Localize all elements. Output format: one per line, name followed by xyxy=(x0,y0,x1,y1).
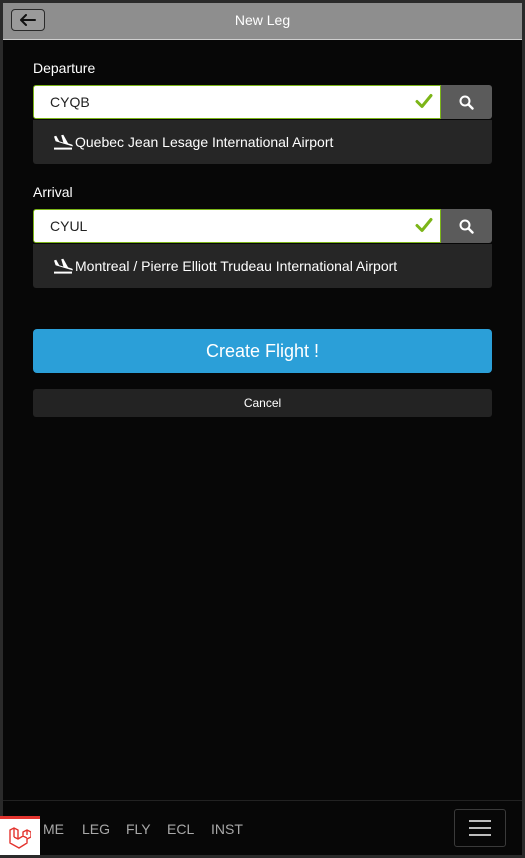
arrival-input[interactable] xyxy=(33,209,441,243)
title-bar: New Leg xyxy=(3,3,522,40)
arrival-airport-name: Montreal / Pierre Elliott Trudeau Intern… xyxy=(75,258,398,274)
airplane-landing-icon xyxy=(53,258,73,274)
arrival-airport-result[interactable]: Montreal / Pierre Elliott Trudeau Intern… xyxy=(33,244,492,288)
create-flight-button[interactable]: Create Flight ! xyxy=(33,329,492,373)
check-icon xyxy=(415,218,433,232)
laravel-logo-icon xyxy=(8,827,31,849)
departure-label: Departure xyxy=(33,60,96,76)
departure-input[interactable] xyxy=(33,85,441,119)
nav-item-ecl[interactable]: ECL xyxy=(167,821,194,837)
arrival-input-row xyxy=(33,209,492,243)
laravel-debug-badge[interactable] xyxy=(0,816,40,855)
departure-airport-result[interactable]: Quebec Jean Lesage International Airport xyxy=(33,120,492,164)
departure-airport-name: Quebec Jean Lesage International Airport xyxy=(75,134,334,150)
search-icon xyxy=(459,219,474,234)
hamburger-menu-icon xyxy=(469,820,491,822)
departure-input-row xyxy=(33,85,492,119)
arrival-search-button[interactable] xyxy=(441,209,492,243)
nav-item-home[interactable]: ME xyxy=(43,821,64,837)
nav-item-inst[interactable]: INST xyxy=(211,821,243,837)
hamburger-menu-button[interactable] xyxy=(454,809,506,847)
search-icon xyxy=(459,95,474,110)
nav-item-leg[interactable]: LEG xyxy=(82,821,110,837)
bottom-nav: ME LEG FLY ECL INST xyxy=(3,800,522,855)
page-title: New Leg xyxy=(234,12,291,28)
nav-item-fly[interactable]: FLY xyxy=(126,821,151,837)
cancel-button[interactable]: Cancel xyxy=(33,389,492,417)
arrival-label: Arrival xyxy=(33,184,73,200)
departure-search-button[interactable] xyxy=(441,85,492,119)
app-frame: New Leg Departure Quebec Jean Lesage Int… xyxy=(3,3,522,855)
check-icon xyxy=(415,94,433,108)
airplane-landing-icon xyxy=(53,134,73,150)
